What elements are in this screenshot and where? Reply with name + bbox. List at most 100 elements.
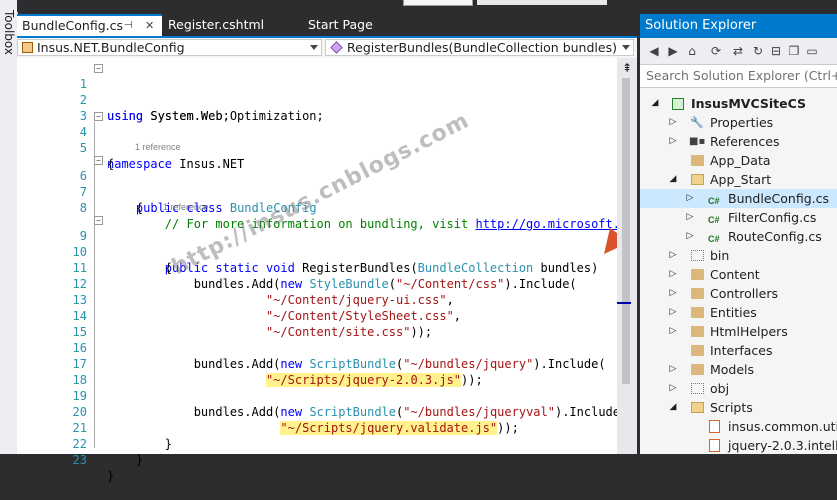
collapsed-arrow-icon[interactable]: ▷ — [668, 322, 678, 341]
tree-node[interactable]: jquery-2.0.3.intellis — [640, 436, 837, 454]
tab-start-page[interactable]: Start Page — [303, 14, 413, 36]
collapse-all-icon[interactable]: ⊟ — [768, 43, 784, 59]
line-number: 10 — [72, 245, 87, 259]
tree-node[interactable]: ▷ bin — [640, 246, 837, 265]
line-number: 17 — [72, 357, 87, 371]
tree-node-label: InsusMVCSiteCS — [691, 96, 806, 111]
tab-bundleconfig[interactable]: BundleConfig.cs ⊣ ✕ — [17, 14, 162, 36]
tree-node-label: Interfaces — [710, 343, 773, 358]
code-line: 15 — [17, 308, 87, 339]
tree-node-selected[interactable]: ▷ C# BundleConfig.cs — [640, 189, 837, 208]
code-line: 16 bundles.Add(new ScriptBundle("~/bundl… — [17, 324, 606, 371]
pin-icon[interactable]: ⊣ — [124, 16, 133, 35]
tree-node[interactable]: ▷ Models — [640, 360, 837, 379]
line-number: 16 — [72, 341, 87, 355]
tree-node-project[interactable]: ◢ InsusMVCSiteCS — [640, 94, 837, 113]
forward-icon[interactable]: ▶ — [665, 43, 681, 59]
tree-node[interactable]: ◢ Scripts — [640, 398, 837, 417]
folder-icon — [691, 307, 704, 318]
javascript-file-icon — [709, 439, 720, 452]
properties-icon[interactable]: ▭ — [804, 43, 820, 59]
tree-node[interactable]: Interfaces — [640, 341, 837, 360]
code-line: 22 } — [17, 420, 144, 467]
tab-label: BundleConfig.cs — [22, 18, 123, 33]
collapse-icon[interactable]: − — [94, 112, 103, 121]
tree-node[interactable]: ▷ HtmlHelpers — [640, 322, 837, 341]
expanded-arrow-icon[interactable]: ◢ — [650, 94, 660, 113]
collapsed-arrow-icon[interactable]: ▷ — [685, 208, 695, 227]
toolbar-dropdown[interactable] — [403, 0, 473, 6]
tree-node[interactable]: App_Data — [640, 151, 837, 170]
collapsed-arrow-icon[interactable]: ▷ — [685, 189, 695, 208]
chevron-down-icon — [310, 45, 318, 50]
references-icon: ■▪ — [689, 136, 706, 147]
tree-node[interactable]: ▷ Controllers — [640, 284, 837, 303]
code-text: "~/Scripts/jquery.validate.js")); — [280, 421, 519, 435]
tree-node[interactable]: ▷ ■▪ References — [640, 132, 837, 151]
tree-node[interactable]: ▷ obj — [640, 379, 837, 398]
sync-icon[interactable]: ⟳ — [708, 43, 724, 59]
collapsed-arrow-icon[interactable]: ▷ — [685, 227, 695, 246]
code-line: 3 — [17, 92, 87, 123]
collapse-icon[interactable]: − — [94, 156, 103, 165]
code-text: "~/Content/jquery-ui.css", — [265, 293, 454, 307]
codelens-reference[interactable]: 1 reference — [135, 142, 181, 152]
collapsed-arrow-icon[interactable]: ▷ — [668, 303, 678, 322]
tree-node[interactable]: ◢ App_Start — [640, 170, 837, 189]
collapsed-arrow-icon[interactable]: ▷ — [668, 284, 678, 303]
code-text: using System.Web.Optimization; — [107, 109, 324, 123]
code-line: 19 bundles.Add(new ScriptBundle("~/bundl… — [17, 372, 628, 419]
type-dropdown-value: Insus.NET.BundleConfig — [37, 40, 185, 55]
member-dropdown[interactable]: RegisterBundles(BundleCollection bundles… — [325, 39, 634, 56]
back-icon[interactable]: ◀ — [646, 43, 662, 59]
folder-icon — [691, 269, 704, 280]
split-editor-icon[interactable]: ⇞ — [619, 60, 635, 76]
code-line: 2 using System.Web.Optimization; — [17, 76, 324, 123]
collapsed-arrow-icon[interactable]: ▷ — [668, 265, 678, 284]
solution-explorer-title[interactable]: Solution Explorer — [640, 14, 837, 38]
tab-register[interactable]: Register.cshtml — [163, 14, 293, 36]
code-line: 13 "~/Content/StyleSheet.css", — [17, 276, 461, 323]
codelens-reference[interactable]: 1 reference — [163, 202, 209, 212]
collapse-icon[interactable]: − — [94, 64, 103, 73]
tree-node-label: Properties — [710, 115, 774, 130]
method-icon — [330, 41, 343, 54]
tree-node-label: FilterConfig.cs — [728, 210, 817, 225]
line-number: 9 — [79, 229, 87, 243]
toolbox-label[interactable]: Toolbox — [2, 10, 16, 64]
tree-node[interactable]: ▷ C# RouteConfig.cs — [640, 227, 837, 246]
switch-views-icon[interactable]: ⇄ — [730, 43, 746, 59]
tree-node[interactable]: insus.common.utilit — [640, 417, 837, 436]
tree-node[interactable]: ▷ Content — [640, 265, 837, 284]
collapsed-arrow-icon[interactable]: ▷ — [668, 246, 678, 265]
expanded-arrow-icon[interactable]: ◢ — [668, 398, 678, 417]
line-number: 18 — [72, 373, 87, 387]
tree-node-label: Entities — [710, 305, 757, 320]
tree-node-label: Controllers — [710, 286, 778, 301]
open-folder-icon — [691, 174, 704, 185]
solution-search-input[interactable]: Search Solution Explorer (Ctrl+;) — [640, 64, 837, 88]
tree-node[interactable]: ▷ 🔧 Properties — [640, 113, 837, 132]
line-number: 6 — [79, 169, 87, 183]
refresh-icon[interactable]: ↻ — [750, 43, 766, 59]
collapsed-arrow-icon[interactable]: ▷ — [668, 113, 678, 132]
code-text: "~/Content/site.css")); — [265, 325, 433, 339]
tree-node[interactable]: ▷ Entities — [640, 303, 837, 322]
tree-node[interactable]: ▷ C# FilterConfig.cs — [640, 208, 837, 227]
expanded-arrow-icon[interactable]: ◢ — [668, 170, 678, 189]
tree-node-label: obj — [710, 381, 730, 396]
code-text: "~/Scripts/jquery-2.0.3.js")); — [265, 373, 483, 387]
collapsed-arrow-icon[interactable]: ▷ — [668, 379, 678, 398]
collapsed-arrow-icon[interactable]: ▷ — [668, 132, 678, 151]
close-icon[interactable]: ✕ — [145, 16, 154, 35]
scrollbar-thumb[interactable] — [622, 78, 630, 384]
home-icon[interactable]: ⌂ — [684, 43, 700, 59]
folder-icon — [691, 155, 704, 166]
code-text: } — [107, 453, 144, 467]
tree-node-label: bin — [710, 248, 730, 263]
type-dropdown[interactable]: Insus.NET.BundleConfig — [17, 39, 322, 56]
toolbox-strip[interactable] — [0, 0, 18, 454]
collapsed-arrow-icon[interactable]: ▷ — [668, 360, 678, 379]
collapse-icon[interactable]: − — [94, 216, 103, 225]
show-all-files-icon[interactable]: ❐ — [786, 43, 802, 59]
